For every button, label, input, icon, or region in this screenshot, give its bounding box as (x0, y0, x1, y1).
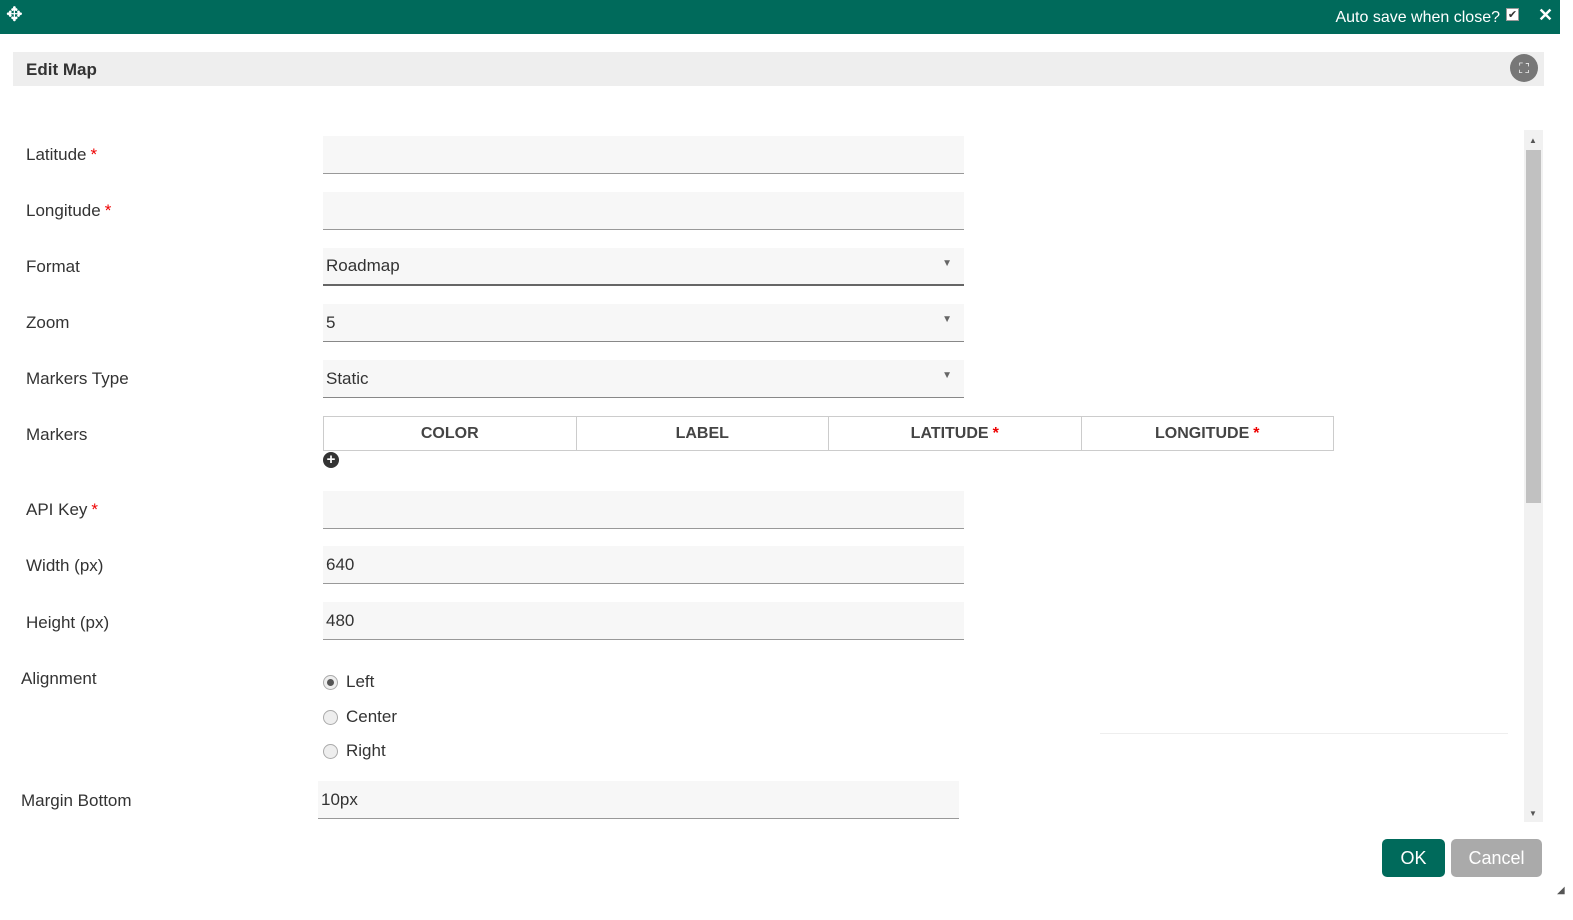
chevron-down-icon: ▼ (942, 370, 952, 381)
chevron-down-icon: ▼ (942, 258, 952, 269)
margin-bottom-label: Margin Bottom (21, 791, 132, 810)
api-key-label: API Key * (26, 500, 99, 519)
markers-label: Markers (26, 425, 88, 444)
width-input[interactable]: 640 (323, 546, 964, 584)
scroll-up-icon[interactable]: ▲ (1529, 136, 1537, 145)
format-value: Roadmap (326, 256, 400, 275)
fullscreen-icon[interactable]: ⛶ (1510, 54, 1538, 82)
markers-type-label: Markers Type (26, 369, 129, 388)
move-icon[interactable]: ✥ (6, 5, 23, 25)
markers-table: COLOR LABEL LATITUDE * LONGITUDE * (323, 416, 1334, 451)
chevron-down-icon: ▼ (942, 314, 952, 325)
zoom-select[interactable]: 5 ▼ (323, 304, 964, 342)
add-marker-icon[interactable]: + (323, 452, 339, 468)
markers-type-value: Static (326, 368, 369, 388)
radio-icon (323, 743, 338, 759)
alignment-left-radio[interactable]: Left (323, 672, 374, 692)
column-color: COLOR (323, 416, 577, 451)
longitude-input[interactable] (323, 192, 964, 230)
close-icon[interactable]: ✕ (1538, 5, 1553, 26)
radio-icon (323, 709, 338, 725)
divider (1100, 733, 1508, 734)
markers-type-select[interactable]: Static ▼ (323, 360, 964, 398)
zoom-value: 5 (326, 312, 336, 332)
alignment-center-radio[interactable]: Center (323, 707, 397, 727)
cancel-button[interactable]: Cancel (1451, 839, 1542, 877)
height-input[interactable]: 480 (323, 602, 964, 640)
resize-handle-icon[interactable]: ◢ (1557, 885, 1565, 896)
dialog-header: Edit Map ⛶ (13, 52, 1544, 86)
scrollbar[interactable]: ▲ ▼ (1524, 130, 1543, 822)
radio-selected-icon (323, 674, 338, 690)
longitude-label: Longitude * (26, 201, 112, 220)
zoom-label: Zoom (26, 313, 70, 332)
scrollbar-thumb[interactable] (1526, 150, 1541, 503)
api-key-input[interactable] (323, 491, 964, 529)
format-select[interactable]: Roadmap ▼ (323, 248, 964, 286)
scroll-down-icon[interactable]: ▼ (1529, 809, 1537, 818)
auto-save-checkbox[interactable]: ✔ (1506, 8, 1519, 21)
height-label: Height (px) (26, 613, 110, 632)
width-label: Width (px) (26, 556, 104, 575)
dialog-titlebar[interactable]: ✥ Auto save when close? ✔ ✕ (0, 0, 1560, 34)
auto-save-label: Auto save when close? (1335, 9, 1500, 26)
margin-bottom-input[interactable]: 10px (318, 781, 959, 819)
page-title: Edit Map (26, 60, 97, 79)
format-label: Format (26, 257, 80, 276)
latitude-input[interactable] (323, 136, 964, 174)
alignment-right-radio[interactable]: Right (323, 741, 386, 761)
column-latitude: LATITUDE * (828, 416, 1082, 451)
latitude-label: Latitude * (26, 145, 98, 164)
alignment-label: Alignment (21, 669, 97, 688)
column-longitude: LONGITUDE * (1080, 416, 1334, 451)
column-label: LABEL (575, 416, 829, 451)
ok-button[interactable]: OK (1382, 839, 1445, 877)
